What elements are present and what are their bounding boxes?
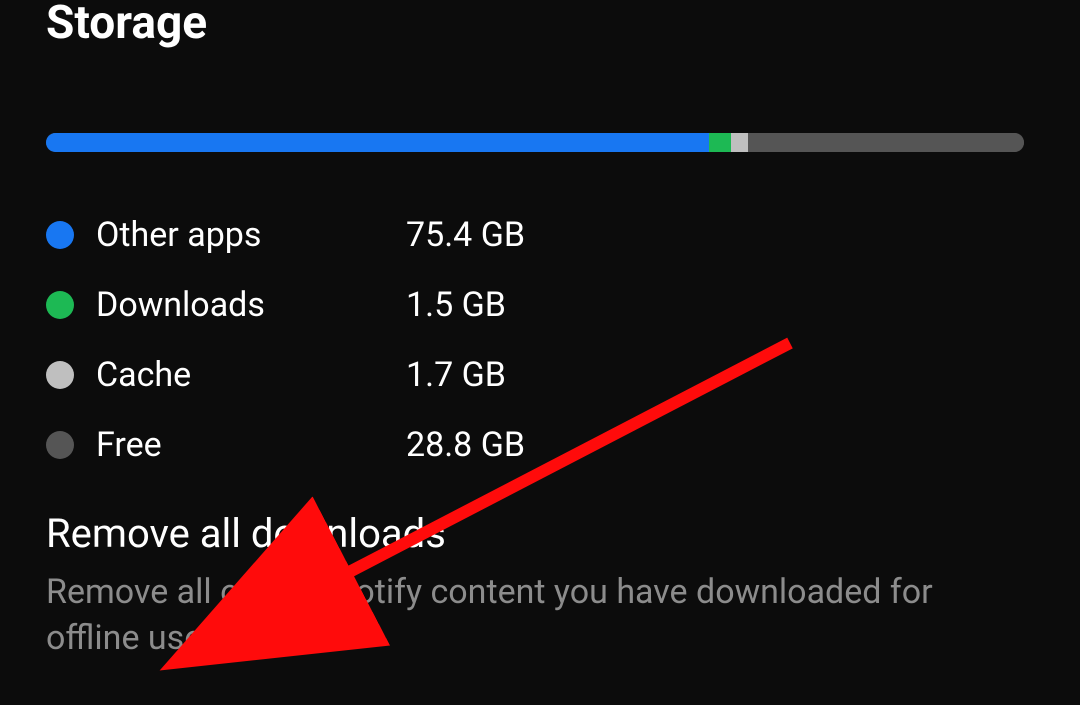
legend-value: 75.4 GB [406, 215, 525, 255]
legend-label: Other apps [96, 215, 406, 255]
legend-label: Cache [96, 355, 406, 395]
remove-all-downloads[interactable]: Remove all downloads Remove all of the S… [46, 510, 1024, 662]
legend-dot-icon [46, 361, 74, 389]
legend-value: 28.8 GB [406, 425, 525, 465]
storage-bar-seg-other [46, 133, 709, 152]
remove-all-title: Remove all downloads [46, 510, 1024, 558]
legend-row: Other apps75.4 GB [46, 200, 1024, 270]
legend-row: Cache1.7 GB [46, 340, 1024, 410]
legend-row: Downloads1.5 GB [46, 270, 1024, 340]
legend-dot-icon [46, 221, 74, 249]
legend-value: 1.7 GB [406, 355, 506, 395]
legend-dot-icon [46, 431, 74, 459]
remove-all-subtitle: Remove all of the Spotify content you ha… [46, 570, 1024, 662]
section-title: Storage [46, 0, 207, 50]
legend-label: Free [96, 425, 406, 465]
legend-value: 1.5 GB [406, 285, 506, 325]
storage-legend: Other apps75.4 GBDownloads1.5 GBCache1.7… [46, 200, 1024, 480]
legend-dot-icon [46, 291, 74, 319]
storage-bar-seg-free [748, 133, 1024, 152]
legend-row: Free28.8 GB [46, 410, 1024, 480]
legend-label: Downloads [96, 285, 406, 325]
storage-bar-seg-downloads [709, 133, 731, 152]
storage-bar-seg-cache [731, 133, 749, 152]
storage-bar [46, 133, 1024, 152]
